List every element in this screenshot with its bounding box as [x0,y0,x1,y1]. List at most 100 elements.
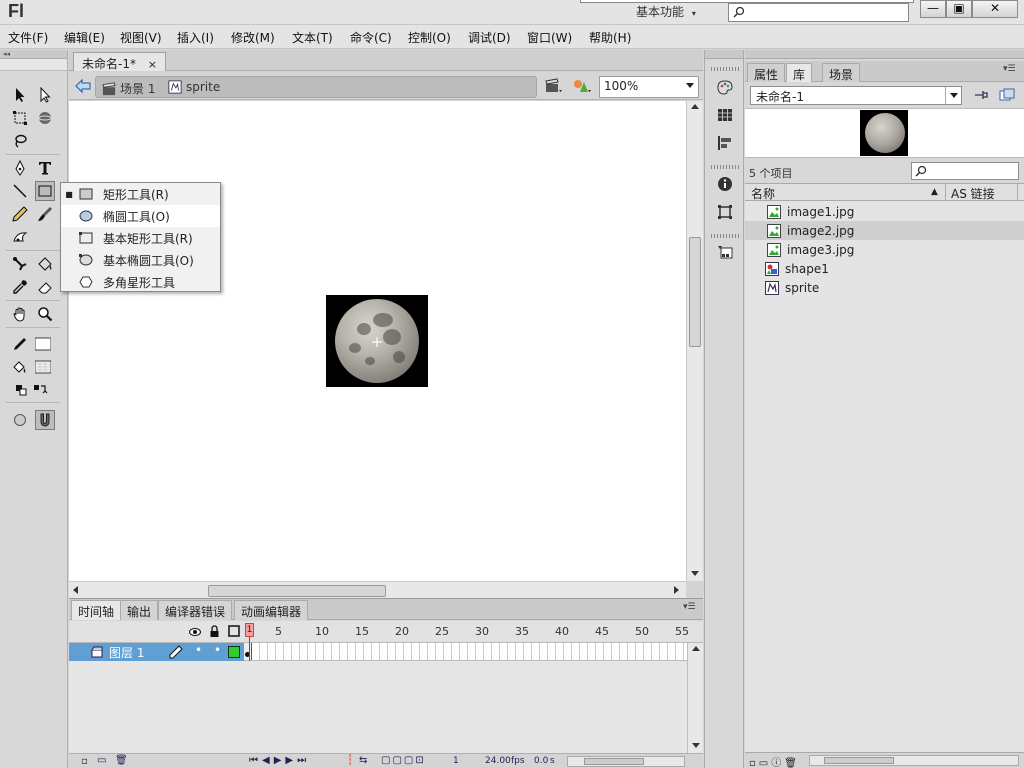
library-document-select[interactable]: 未命名-1 [750,86,962,105]
stroke-color-swatch[interactable] [32,334,54,354]
menu-text[interactable]: 文本(T) [292,29,333,46]
free-transform-tool[interactable] [10,108,30,128]
swap-colors-button[interactable] [31,380,49,400]
tab-scene[interactable]: 场景 [822,63,861,82]
transform-panel-button[interactable] [714,201,736,223]
panel-grip[interactable] [711,234,739,238]
minimize-button[interactable]: — [920,0,946,18]
brush-tool[interactable] [35,204,55,224]
tab-compiler-errors[interactable]: 编译器错误 [158,600,233,620]
new-layer-icon[interactable]: ▫ [81,756,88,767]
panel-collapse-icon[interactable] [705,50,743,59]
hand-tool[interactable] [10,304,30,324]
menu-commands[interactable]: 命令(C) [350,29,392,46]
keyframe[interactable] [244,643,252,660]
text-tool[interactable] [35,158,55,178]
library-item[interactable]: shape1 [745,259,1024,278]
menu-debug[interactable]: 调试(D) [468,29,511,46]
eye-icon[interactable] [189,626,201,638]
scroll-left-icon[interactable] [73,586,78,594]
panel-menu-icon[interactable]: ▾☰ [1003,64,1016,74]
menu-file[interactable]: 文件(F) [8,29,48,46]
menu-item-primitive-rectangle-tool[interactable]: 基本矩形工具(R) [61,227,220,249]
menu-item-oval-tool[interactable]: 椭圆工具(O) [61,205,220,227]
library-horizontal-scrollbar[interactable] [809,755,1019,766]
library-item[interactable]: image1.jpg [745,202,1024,221]
close-tab-icon[interactable]: × [148,58,157,71]
scroll-thumb[interactable] [584,758,644,765]
info-panel-button[interactable] [714,173,736,195]
scroll-thumb[interactable] [208,585,386,597]
scroll-right-icon[interactable] [674,586,679,594]
scroll-down-icon[interactable] [692,743,700,748]
menu-help[interactable]: 帮助(H) [589,29,631,46]
tab-motion-editor[interactable]: 动画编辑器 [234,600,309,620]
menu-item-polystar-tool[interactable]: 多角星形工具 [61,271,220,293]
stroke-color-tool[interactable] [10,334,30,354]
snap-to-objects-button[interactable] [35,410,55,430]
black-white-button[interactable] [12,380,30,400]
onion-skin-icons[interactable]: ▢▢▢⊡ [381,755,426,766]
column-linkage-header[interactable]: AS 链接 [951,185,995,202]
rectangle-tool[interactable] [35,181,55,201]
panel-grip[interactable] [711,67,739,71]
scroll-thumb[interactable] [824,757,894,764]
scroll-up-icon[interactable] [691,104,699,109]
new-folder-icon[interactable]: ▭ [97,755,106,766]
tab-library[interactable]: 库 [786,63,813,82]
outline-icon[interactable] [228,625,240,637]
stage-vertical-scrollbar[interactable] [686,101,703,581]
center-frame-icon[interactable]: ┆ [347,755,353,766]
lasso-tool[interactable] [10,131,30,151]
paint-bucket-tool[interactable] [35,254,55,274]
menu-insert[interactable]: 插入(I) [177,29,214,46]
moon-bitmap[interactable] [326,295,428,387]
scroll-down-icon[interactable] [691,571,699,576]
library-footer-buttons[interactable]: ▫▭ⓘ🗑 [749,754,800,768]
panel-menu-icon[interactable]: ▾☰ [683,602,696,612]
menu-modify[interactable]: 修改(M) [231,29,275,46]
fill-color-swatch[interactable] [32,357,54,377]
menu-view[interactable]: 视图(V) [120,29,162,46]
timeline-horizontal-scrollbar[interactable] [567,756,685,767]
pen-tool[interactable] [10,158,30,178]
lock-icon[interactable] [209,625,220,638]
menu-window[interactable]: 窗口(W) [527,29,572,46]
menu-item-rectangle-tool[interactable]: ■ 矩形工具(R) [61,183,220,205]
scroll-thumb[interactable] [689,237,701,347]
close-button[interactable]: ✕ [972,0,1018,18]
visibility-dot-icon[interactable]: • [195,643,202,657]
lock-dot-icon[interactable]: • [214,643,221,657]
pin-library-icon[interactable] [973,88,989,102]
deco-tool[interactable] [10,227,30,247]
layer-color-swatch[interactable] [228,646,240,658]
workspace-switcher[interactable]: 基本功能 ▾ [636,2,716,22]
edit-symbols-icon[interactable] [572,78,592,94]
color-panel-button[interactable] [714,76,736,98]
panel-expand-icon[interactable] [745,50,1024,59]
panel-grip[interactable] [0,59,67,71]
timeline-scrollbar[interactable] [687,643,703,753]
stage[interactable] [69,101,686,581]
menu-item-primitive-oval-tool[interactable]: 基本椭圆工具(O) [61,249,220,271]
menu-control[interactable]: 控制(O) [408,29,451,46]
scroll-up-icon[interactable] [692,646,700,651]
align-panel-button[interactable] [714,132,736,154]
loop-icon[interactable]: ⇆ [359,755,367,766]
3d-rotation-tool[interactable] [35,108,55,128]
fill-color-tool[interactable] [10,357,30,377]
back-arrow-icon[interactable] [75,78,91,94]
column-name-header[interactable]: 名称 [751,185,775,202]
object-drawing-button[interactable] [10,410,30,430]
subselection-tool[interactable] [35,85,55,105]
swatches-panel-button[interactable] [714,104,736,126]
zoom-tool[interactable] [35,304,55,324]
selection-tool[interactable] [10,85,30,105]
panel-grip[interactable] [711,165,739,169]
components-panel-button[interactable] [714,241,736,263]
tab-output[interactable]: 输出 [120,600,159,620]
document-tab[interactable]: 未命名-1* × [73,52,167,71]
playhead[interactable]: 1 [245,623,254,637]
library-item[interactable]: sprite [745,278,1024,297]
tab-timeline[interactable]: 时间轴 [71,600,122,620]
